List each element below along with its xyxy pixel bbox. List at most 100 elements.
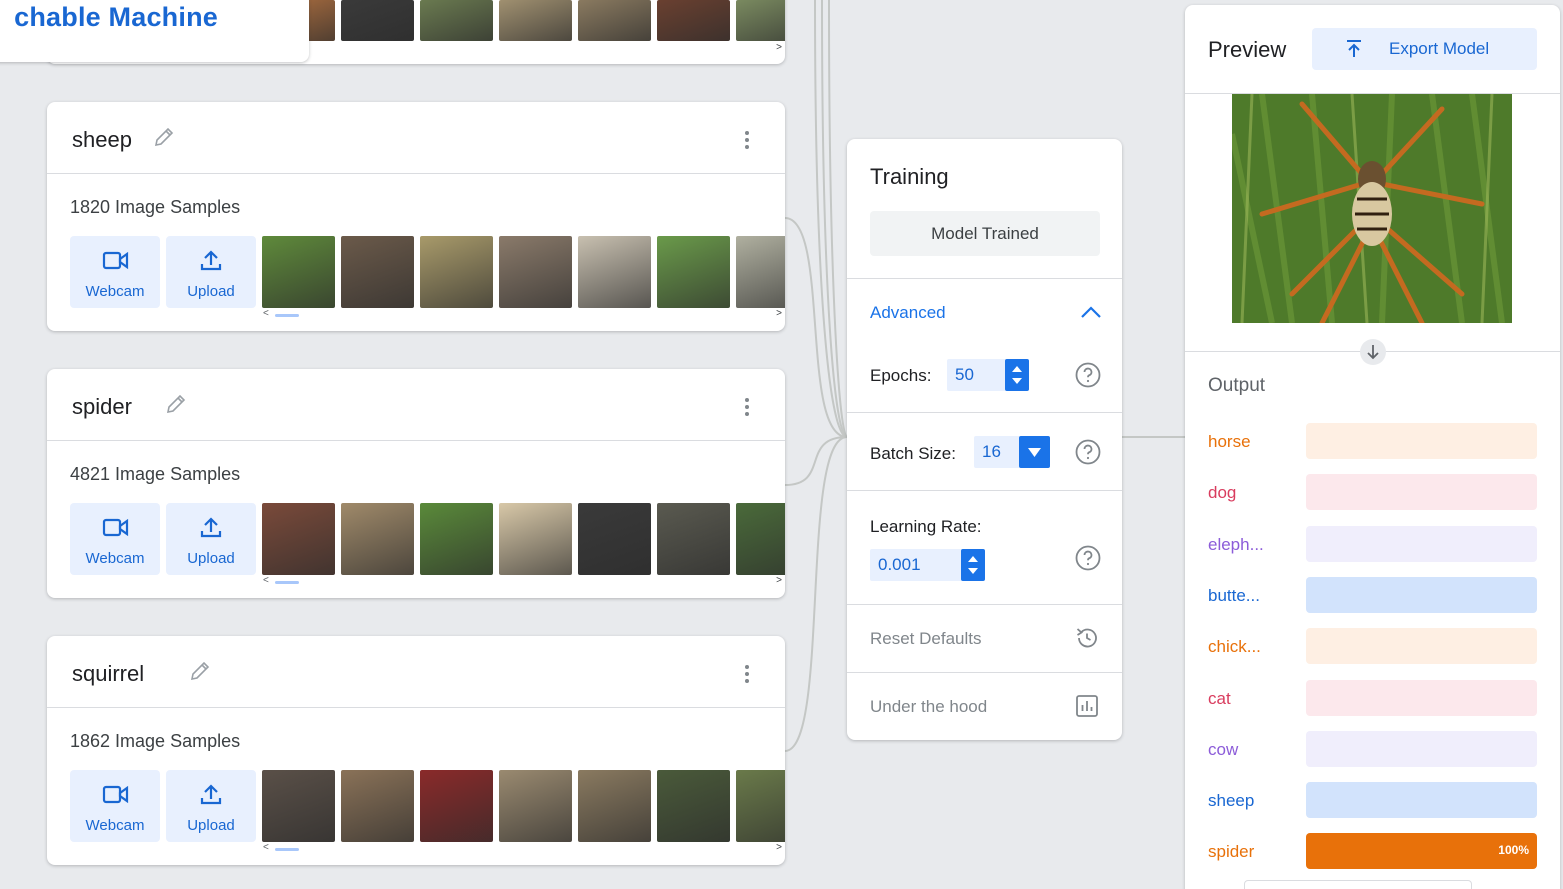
epochs-input[interactable]: 50 (947, 359, 1007, 391)
under-the-hood-button[interactable]: Under the hood (870, 697, 987, 717)
class-name[interactable]: spider (72, 394, 132, 420)
sample-thumbnail[interactable] (420, 770, 493, 842)
scroll-left-arrow[interactable]: < (263, 308, 269, 319)
upload-button[interactable]: Upload (166, 770, 256, 842)
learning-rate-stepper[interactable] (961, 549, 985, 581)
class-header: squirrel (47, 636, 785, 708)
output-bar (1306, 526, 1537, 562)
sample-thumbnail[interactable] (578, 770, 651, 842)
webcam-label: Webcam (85, 283, 145, 300)
sample-thumbnail[interactable] (736, 503, 785, 575)
upload-label: Upload (187, 550, 235, 567)
learning-rate-input[interactable]: 0.001 (870, 549, 965, 581)
sample-thumbnail[interactable] (262, 236, 335, 308)
sample-count: 1862 Image Samples (70, 731, 241, 751)
sample-thumbnail[interactable] (578, 236, 651, 308)
arrow-down-icon[interactable] (1360, 339, 1386, 365)
output-label: horse (1208, 432, 1251, 451)
reset-defaults-button[interactable]: Reset Defaults (870, 629, 982, 649)
scroll-left-arrow[interactable]: < (263, 575, 269, 586)
sample-thumbnail[interactable] (499, 0, 572, 41)
sample-thumbnail[interactable] (499, 236, 572, 308)
chevron-up-icon[interactable] (1080, 305, 1102, 319)
output-bar (1306, 423, 1537, 459)
scroll-right-arrow[interactable]: > (776, 842, 782, 853)
scroll-thumb[interactable] (275, 314, 299, 317)
epochs-stepper[interactable] (1005, 359, 1029, 391)
sample-thumbnail[interactable] (420, 0, 493, 41)
output-label: sheep (1208, 791, 1255, 810)
sample-thumbnail[interactable] (262, 503, 335, 575)
sample-thumbnail[interactable] (736, 0, 785, 41)
upload-label: Upload (187, 283, 235, 300)
sample-thumbnail[interactable] (657, 503, 730, 575)
sample-thumbnail[interactable] (736, 236, 785, 308)
sample-thumbnail[interactable] (657, 770, 730, 842)
class-name[interactable]: squirrel (72, 661, 144, 687)
class-header: sheep (47, 102, 785, 174)
scroll-right-arrow[interactable]: > (776, 575, 782, 586)
sample-thumbnail[interactable] (420, 503, 493, 575)
upload-button[interactable]: Upload (166, 236, 256, 308)
sample-thumbnail[interactable] (341, 0, 414, 41)
output-bar (1306, 680, 1537, 716)
webcam-label: Webcam (85, 817, 145, 834)
divider (847, 672, 1122, 673)
scroll-right-arrow[interactable]: > (776, 308, 782, 319)
more-vert-icon[interactable] (739, 129, 755, 151)
sample-thumbnail[interactable] (341, 770, 414, 842)
output-bar (1306, 731, 1537, 767)
sample-thumbnail[interactable] (499, 503, 572, 575)
training-panel: Training Model Trained Advanced Epochs: … (847, 139, 1122, 740)
pencil-icon[interactable] (164, 392, 188, 416)
app-title: chable Machine (14, 2, 218, 32)
scroll-right-arrow[interactable]: > (776, 42, 782, 53)
footer-control[interactable] (1244, 880, 1472, 889)
history-icon[interactable] (1074, 625, 1100, 651)
batch-size-dropdown[interactable] (1019, 436, 1050, 468)
more-vert-icon[interactable] (739, 663, 755, 685)
webcam-button[interactable]: Webcam (70, 770, 160, 842)
sample-thumbnail[interactable] (420, 236, 493, 308)
webcam-button[interactable]: Webcam (70, 503, 160, 575)
output-bar (1306, 577, 1537, 613)
scroll-thumb[interactable] (275, 848, 299, 851)
webcam-button[interactable]: Webcam (70, 236, 160, 308)
preview-title: Preview (1208, 37, 1287, 62)
export-model-button[interactable]: Export Model (1312, 28, 1537, 70)
pencil-icon[interactable] (188, 659, 212, 683)
sample-count: 1820 Image Samples (70, 197, 241, 217)
learning-rate-label: Learning Rate: (870, 517, 982, 536)
upload-button[interactable]: Upload (166, 503, 256, 575)
video-camera-icon (102, 518, 129, 537)
help-icon[interactable] (1075, 545, 1101, 571)
sample-thumbnail[interactable] (578, 0, 651, 41)
class-name[interactable]: sheep (72, 127, 132, 153)
batch-size-select[interactable]: 16 (974, 436, 1024, 468)
more-vert-icon[interactable] (739, 396, 755, 418)
output-label: dog (1208, 483, 1237, 502)
sample-thumbnail[interactable] (657, 0, 730, 41)
sample-thumbnail[interactable] (736, 770, 785, 842)
thumbnail-strip (262, 503, 785, 575)
sample-thumbnail[interactable] (341, 503, 414, 575)
scroll-left-arrow[interactable]: < (263, 842, 269, 853)
help-icon[interactable] (1075, 439, 1101, 465)
output-bar: 100% (1306, 833, 1537, 869)
sample-thumbnail[interactable] (262, 770, 335, 842)
bar-chart-icon[interactable] (1074, 693, 1100, 719)
divider (847, 278, 1122, 279)
scroll-thumb[interactable] (275, 581, 299, 584)
model-trained-button[interactable]: Model Trained (870, 211, 1100, 256)
output-percentage: 100% (1498, 843, 1529, 857)
video-camera-icon (102, 785, 129, 804)
sample-thumbnail[interactable] (341, 236, 414, 308)
help-icon[interactable] (1075, 362, 1101, 388)
advanced-toggle[interactable]: Advanced (870, 303, 946, 323)
output-label: eleph... (1208, 535, 1264, 554)
class-card-sheep: sheep 1820 Image Samples Webcam Upload <… (47, 102, 785, 331)
pencil-icon[interactable] (152, 125, 176, 149)
sample-thumbnail[interactable] (578, 503, 651, 575)
sample-thumbnail[interactable] (657, 236, 730, 308)
sample-thumbnail[interactable] (499, 770, 572, 842)
